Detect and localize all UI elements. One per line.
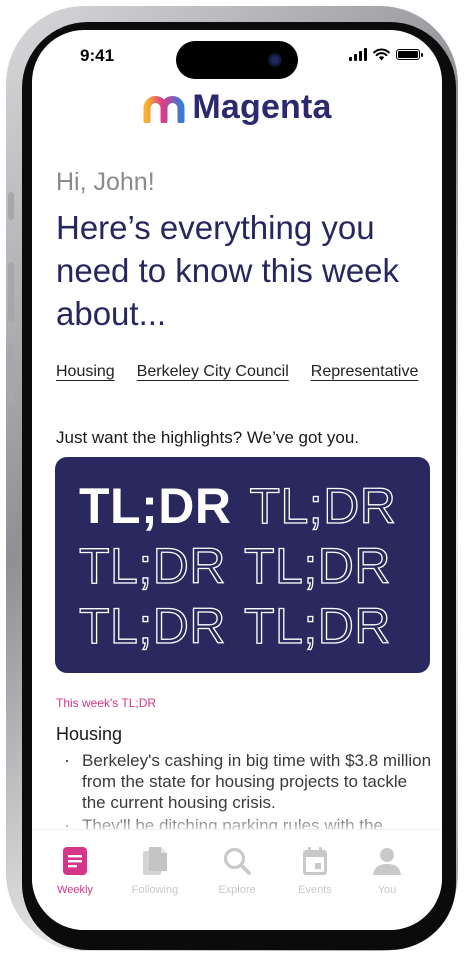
greeting: Hi, John! bbox=[56, 168, 155, 196]
wifi-icon bbox=[373, 48, 390, 61]
tab-label: Following bbox=[131, 884, 179, 896]
battery-icon bbox=[396, 49, 423, 60]
list-item: Berkeley's cashing in big time with $3.8… bbox=[62, 750, 432, 813]
signal-icon bbox=[349, 48, 367, 61]
person-icon bbox=[373, 848, 401, 875]
tab-bar: Weekly Following Explore Events You bbox=[32, 829, 442, 930]
screen: 9:41 Magenta Hi, John! Here’s everything… bbox=[32, 30, 442, 930]
dynamic-island bbox=[176, 41, 298, 79]
page-headline: Here’s everything you need to know this … bbox=[56, 209, 400, 332]
topic-link-city-council[interactable]: Berkeley City Council bbox=[137, 363, 289, 381]
tldr-text-outline: TL;DR bbox=[249, 477, 397, 534]
magenta-logo-icon bbox=[143, 95, 185, 123]
tab-following[interactable]: Following bbox=[120, 846, 190, 896]
status-time: 9:41 bbox=[80, 46, 115, 65]
topic-link-housing[interactable]: Housing bbox=[56, 363, 115, 381]
section-title: Housing bbox=[56, 724, 123, 744]
tab-label: Weekly bbox=[57, 884, 93, 896]
app-logo: Magenta bbox=[32, 88, 442, 127]
tldr-text-outline: TL;DR bbox=[78, 537, 226, 594]
tab-label: You bbox=[377, 884, 397, 896]
tab-weekly[interactable]: Weekly bbox=[40, 846, 110, 896]
tab-you[interactable]: You bbox=[352, 846, 422, 896]
status-icons bbox=[349, 48, 423, 61]
tldr-card[interactable]: TL;DR TL;DR TL;DR TL;DR TL;DR TL;DR bbox=[55, 457, 430, 673]
topic-link-representative[interactable]: Representative bbox=[311, 363, 419, 381]
action-button bbox=[8, 192, 14, 220]
volume-up-button bbox=[8, 262, 14, 322]
tab-label: Explore bbox=[218, 884, 256, 896]
app-name: Magenta bbox=[192, 88, 332, 126]
topic-tabs: Housing Berkeley City Council Representa… bbox=[56, 363, 442, 381]
document-icon bbox=[63, 847, 87, 875]
camera-icon bbox=[268, 53, 282, 67]
tab-explore[interactable]: Explore bbox=[202, 846, 272, 896]
tldr-text-outline: TL;DR bbox=[243, 597, 391, 654]
tldr-text-outline: TL;DR bbox=[243, 537, 391, 594]
search-icon bbox=[223, 847, 251, 875]
highlights-prompt: Just want the highlights? We’ve got you. bbox=[56, 428, 360, 447]
calendar-icon bbox=[303, 847, 327, 875]
section-label: This week's TL;DR bbox=[56, 696, 157, 710]
bullet-list: Berkeley's cashing in big time with $3.8… bbox=[62, 750, 432, 838]
volume-down-button bbox=[8, 344, 14, 404]
tab-label: Events bbox=[298, 884, 332, 896]
tldr-text-outline: TL;DR bbox=[78, 597, 226, 654]
pages-icon bbox=[143, 847, 167, 875]
tldr-text: TL;DR bbox=[79, 478, 232, 534]
tab-events[interactable]: Events bbox=[280, 846, 350, 896]
